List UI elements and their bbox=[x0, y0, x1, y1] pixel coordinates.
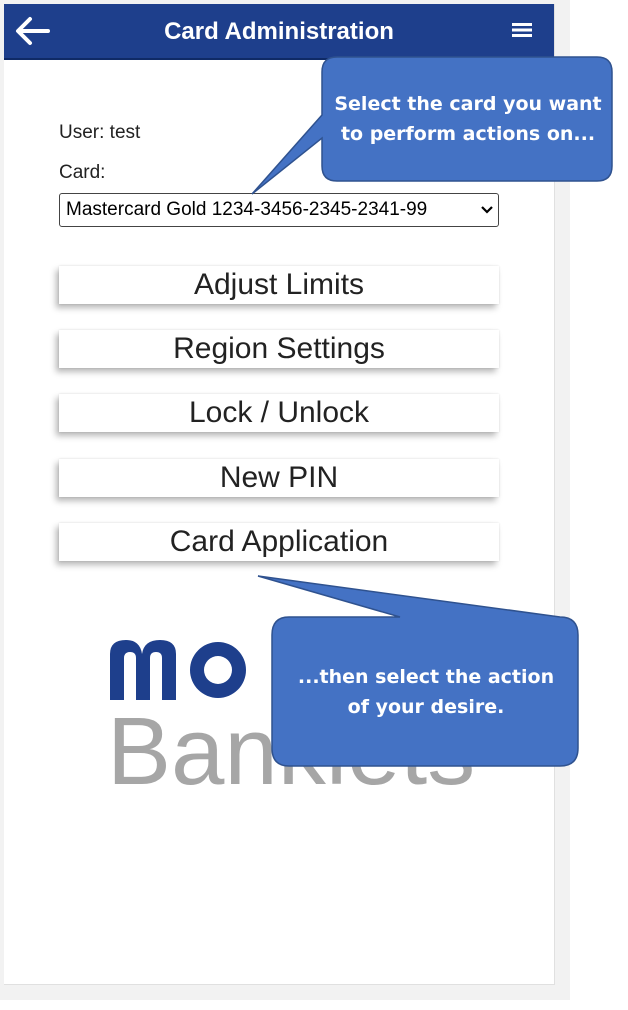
region-settings-button[interactable]: Region Settings bbox=[59, 330, 499, 368]
callout-bottom-text: ...then select the action of your desire… bbox=[297, 666, 555, 718]
page-title: Card Administration bbox=[164, 18, 394, 45]
callout-top-text: Select the card you want to perform acti… bbox=[334, 93, 602, 145]
hamburger-menu-icon[interactable] bbox=[512, 22, 532, 38]
app-header: Card Administration bbox=[4, 4, 554, 60]
new-pin-button[interactable]: New PIN bbox=[59, 459, 499, 497]
card-select[interactable]: Mastercard Gold 1234-3456-2345-2341-99 bbox=[59, 193, 499, 227]
lock-unlock-button[interactable]: Lock / Unlock bbox=[59, 394, 499, 432]
app-screen: Card Administration User: test Card: Mas… bbox=[4, 4, 555, 985]
card-select-value: Mastercard Gold 1234-3456-2345-2341-99 bbox=[66, 199, 428, 220]
card-application-button[interactable]: Card Application bbox=[59, 523, 499, 561]
user-label: User: test bbox=[59, 122, 141, 143]
brand-logo-mark bbox=[110, 640, 246, 700]
chevron-down-icon bbox=[481, 206, 493, 214]
adjust-limits-button[interactable]: Adjust Limits bbox=[59, 266, 499, 304]
card-label: Card: bbox=[59, 162, 106, 183]
